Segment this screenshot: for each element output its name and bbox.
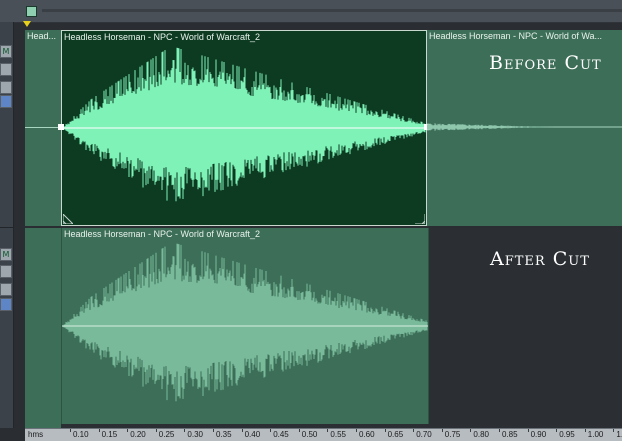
clip-resize-grip-left-icon[interactable]	[63, 214, 73, 224]
waveform-after-cut	[62, 243, 428, 402]
ruler-label: 0.25	[158, 430, 175, 439]
ruler-tick	[98, 429, 100, 432]
audio-clip-right[interactable]: Headless Horseman - NPC - World of Wa...…	[427, 30, 622, 226]
mute-button-upper[interactable]: M	[0, 45, 12, 58]
ruler-tick	[356, 429, 357, 432]
clip-title-left: Head...	[27, 31, 57, 41]
track-select-button-upper[interactable]	[0, 95, 12, 108]
after-cut-label: After Cut	[490, 248, 590, 270]
ruler-tick	[499, 429, 500, 432]
waveform-selected	[62, 47, 426, 202]
track-select-button-lower[interactable]	[0, 298, 12, 311]
track-control-panel: M M	[0, 22, 14, 428]
lane-fill-left	[25, 228, 61, 428]
overview-scroll-thumb[interactable]	[26, 6, 37, 17]
ruler-tick	[413, 429, 415, 432]
ruler-tick	[127, 429, 129, 432]
ruler-label: 1.05	[616, 430, 622, 439]
ruler-tick	[327, 429, 329, 432]
ruler-label: 0.20	[130, 430, 146, 439]
record-button-lower[interactable]	[0, 283, 12, 296]
time-ruler[interactable]: hms 0.10 0.15 0.20 0.25 0.30 0.35 0.40 0.45 0.50 0…	[25, 428, 622, 441]
ruler-tick	[155, 429, 157, 432]
ruler-label: hms	[28, 430, 44, 439]
ruler-label: 0.55	[330, 430, 346, 439]
ruler-label: 0.95	[559, 430, 575, 439]
ruler-tick	[584, 429, 586, 432]
ruler-label: 0.60	[359, 430, 375, 439]
solo-button-upper[interactable]	[0, 63, 12, 76]
record-button-upper[interactable]	[0, 81, 12, 94]
ruler-label: 0.90	[530, 430, 547, 439]
ruler-label: 0.45	[273, 430, 289, 439]
ruler-label: 0.10	[73, 430, 89, 439]
ruler-label: 0.50	[301, 430, 318, 439]
mute-label-upper: M	[2, 47, 10, 56]
track-lane-upper[interactable]: Head... Headless Horseman - NPC - World …	[25, 30, 622, 226]
ruler-tick	[241, 429, 243, 432]
track-lane-lower[interactable]: Headless Horseman - NPC - World of Warcr…	[25, 228, 622, 428]
before-cut-label: Before Cut	[489, 52, 602, 74]
ruler-tick	[527, 429, 529, 432]
clip-resize-grip-right-icon[interactable]	[415, 214, 425, 224]
mute-label-lower: M	[2, 250, 10, 259]
ruler-tick	[270, 429, 272, 432]
ruler-label: 0.65	[387, 430, 404, 439]
ruler-tick	[213, 429, 214, 432]
solo-button-lower[interactable]	[0, 265, 12, 278]
mute-button-lower[interactable]: M	[0, 248, 12, 261]
ruler-tick	[70, 429, 71, 432]
audio-clip-after-cut[interactable]: Headless Horseman - NPC - World of Warcr…	[61, 228, 429, 424]
volume-handle-left[interactable]	[58, 124, 64, 130]
ruler-tick	[470, 429, 472, 432]
ruler-label: 0.75	[444, 430, 461, 439]
audio-clip-selected[interactable]: Headless Horseman - NPC - World of Warcr…	[61, 30, 427, 226]
audio-clip-left-fragment[interactable]: Head...	[25, 30, 62, 226]
ruler-tick	[613, 429, 615, 432]
track-divider	[0, 227, 13, 228]
ruler-label: 1.00	[587, 430, 604, 439]
ruler-tick	[384, 429, 386, 432]
playhead-marker-icon[interactable]	[23, 21, 31, 27]
ruler-tick	[184, 429, 186, 432]
ruler-tick	[298, 429, 300, 432]
ruler-label: 0.35	[216, 430, 232, 439]
overview-scroll-track[interactable]	[42, 9, 622, 12]
ruler-label: 0.80	[473, 430, 489, 439]
ruler-tick	[441, 429, 443, 432]
ruler-label: 0.30	[187, 430, 203, 439]
ruler-label: 0.40	[244, 430, 261, 439]
ruler-label: 0.15	[101, 430, 118, 439]
timeline-overview-bar[interactable]	[0, 0, 622, 23]
ruler-label: 0.70	[416, 430, 432, 439]
ruler-tick	[556, 429, 558, 432]
ruler-label: 0.85	[502, 430, 518, 439]
